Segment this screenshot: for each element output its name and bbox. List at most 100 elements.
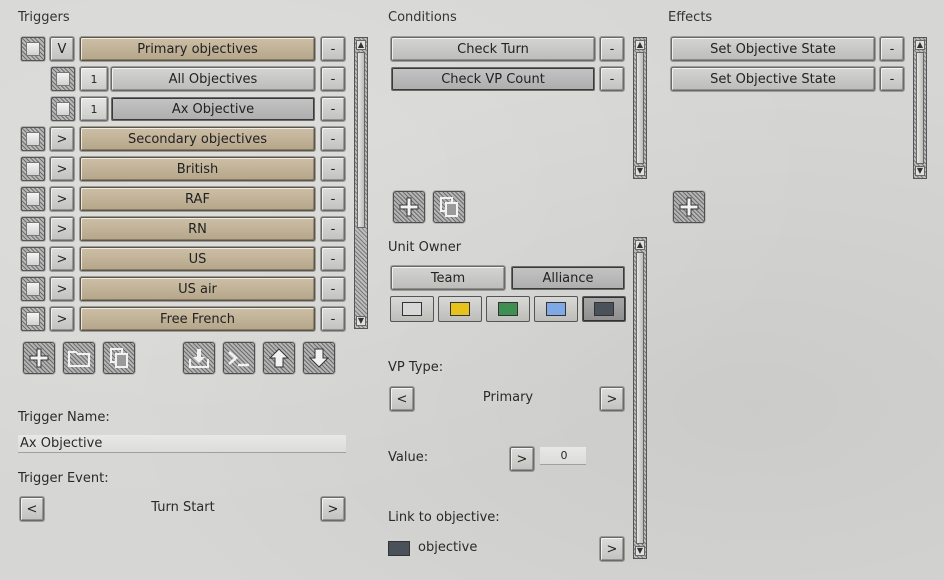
copy-trigger-button[interactable]: [103, 342, 135, 374]
remove-button[interactable]: -: [321, 97, 345, 121]
trigger-name-input[interactable]: Ax Objective: [18, 435, 346, 453]
expand-toggle[interactable]: >: [50, 277, 74, 301]
expand-toggle[interactable]: >: [50, 187, 74, 211]
move-up-button[interactable]: [263, 342, 295, 374]
trigger-group-secondary-objectives[interactable]: Secondary objectives: [80, 127, 315, 151]
owner-tab-alliance[interactable]: Alliance: [511, 266, 625, 290]
link-objective-next-button[interactable]: >: [600, 537, 624, 561]
scroll-down-icon[interactable]: ▼: [356, 316, 366, 326]
trigger-group-british[interactable]: British: [80, 157, 315, 181]
remove-button[interactable]: -: [321, 37, 345, 61]
trigger-checkbox[interactable]: [21, 37, 45, 61]
scrollbar-thumb[interactable]: [916, 52, 924, 164]
vp-type-label: VP Type:: [388, 360, 444, 375]
condition-details-scrollbar[interactable]: ▲ ▼: [633, 237, 647, 559]
scrollbar-thumb[interactable]: [636, 252, 644, 544]
event-next-button[interactable]: >: [321, 497, 345, 521]
vp-type-next-button[interactable]: >: [600, 387, 624, 411]
trigger-checkbox[interactable]: [21, 277, 45, 301]
trigger-checkbox[interactable]: [21, 157, 45, 181]
trigger-item-all-objectives[interactable]: All Objectives: [111, 67, 315, 91]
owner-color-blue[interactable]: [534, 296, 578, 322]
effects-scrollbar[interactable]: ▲ ▼: [913, 37, 927, 179]
condition-check-vp-count[interactable]: Check VP Count: [391, 67, 595, 91]
trigger-item-ax-objective[interactable]: Ax Objective: [111, 97, 315, 121]
remove-button[interactable]: -: [880, 37, 904, 61]
trigger-group-primary-objectives[interactable]: Primary objectives: [80, 37, 315, 61]
conditions-scrollbar[interactable]: ▲ ▼: [633, 37, 647, 179]
triggers-scrollbar[interactable]: ▲ ▼: [354, 37, 368, 329]
move-down-button[interactable]: [303, 342, 335, 374]
expand-toggle[interactable]: >: [50, 127, 74, 151]
unit-owner-label: Unit Owner: [388, 240, 462, 255]
trigger-checkbox[interactable]: [21, 217, 45, 241]
event-prev-button[interactable]: <: [20, 497, 44, 521]
condition-check-turn[interactable]: Check Turn: [391, 37, 595, 61]
remove-button[interactable]: -: [321, 277, 345, 301]
effect-set-objective-state[interactable]: Set Objective State: [671, 67, 875, 91]
trigger-group-us[interactable]: US: [80, 247, 315, 271]
expand-toggle[interactable]: >: [50, 157, 74, 181]
remove-button[interactable]: -: [321, 247, 345, 271]
remove-button[interactable]: -: [600, 67, 624, 91]
remove-button[interactable]: -: [321, 187, 345, 211]
expand-toggle[interactable]: V: [50, 37, 74, 61]
value-label: Value:: [388, 450, 429, 465]
copy-icon: [110, 348, 128, 368]
remove-button[interactable]: -: [321, 127, 345, 151]
remove-button[interactable]: -: [321, 307, 345, 331]
remove-button[interactable]: -: [321, 217, 345, 241]
trigger-group-raf[interactable]: RAF: [80, 187, 315, 211]
trigger-group-rn[interactable]: RN: [80, 217, 315, 241]
scrollbar-thumb[interactable]: [636, 52, 644, 164]
add-group-button[interactable]: [63, 342, 95, 374]
link-objective-label: Link to objective:: [388, 510, 500, 525]
add-trigger-button[interactable]: [23, 342, 55, 374]
scroll-up-icon[interactable]: ▲: [356, 40, 366, 50]
link-objective-color: [388, 541, 410, 556]
trigger-checkbox[interactable]: [21, 127, 45, 151]
import-button[interactable]: [183, 342, 215, 374]
trigger-group-free-french[interactable]: Free French: [80, 307, 315, 331]
color-swatch: [594, 302, 614, 316]
trigger-checkbox[interactable]: [21, 247, 45, 271]
trigger-checkbox[interactable]: [21, 187, 45, 211]
value-input[interactable]: 0: [540, 447, 586, 465]
owner-color-yellow[interactable]: [438, 296, 482, 322]
scroll-up-icon[interactable]: ▲: [915, 40, 925, 50]
remove-button[interactable]: -: [600, 37, 624, 61]
color-swatch: [546, 302, 566, 316]
trigger-checkbox[interactable]: [51, 67, 75, 91]
scrollbar-thumb[interactable]: [357, 52, 365, 228]
add-effect-button[interactable]: [673, 191, 705, 223]
trigger-name-label: Trigger Name:: [18, 410, 110, 425]
effect-set-objective-state[interactable]: Set Objective State: [671, 37, 875, 61]
console-button[interactable]: [223, 342, 255, 374]
expand-toggle[interactable]: >: [50, 307, 74, 331]
value-increment-button[interactable]: >: [510, 447, 534, 471]
copy-condition-button[interactable]: [433, 191, 465, 223]
remove-button[interactable]: -: [321, 157, 345, 181]
triggers-title: Triggers: [18, 10, 70, 25]
owner-tab-team[interactable]: Team: [391, 266, 505, 290]
plus-icon: [399, 197, 419, 217]
trigger-checkbox[interactable]: [21, 307, 45, 331]
owner-color-dark-gray[interactable]: [582, 296, 626, 322]
owner-color-green[interactable]: [486, 296, 530, 322]
scroll-up-icon[interactable]: ▲: [635, 240, 645, 250]
trigger-group-us-air[interactable]: US air: [80, 277, 315, 301]
remove-button[interactable]: -: [880, 67, 904, 91]
scroll-down-icon[interactable]: ▼: [915, 166, 925, 176]
expand-toggle[interactable]: >: [50, 217, 74, 241]
scroll-down-icon[interactable]: ▼: [635, 546, 645, 556]
owner-color-white[interactable]: [390, 296, 434, 322]
color-swatch: [450, 302, 470, 316]
expand-toggle[interactable]: >: [50, 247, 74, 271]
scroll-up-icon[interactable]: ▲: [635, 40, 645, 50]
trigger-checkbox[interactable]: [51, 97, 75, 121]
add-condition-button[interactable]: [393, 191, 425, 223]
folder-icon: [68, 351, 90, 367]
remove-button[interactable]: -: [321, 67, 345, 91]
scroll-down-icon[interactable]: ▼: [635, 166, 645, 176]
vp-type-prev-button[interactable]: <: [390, 387, 414, 411]
